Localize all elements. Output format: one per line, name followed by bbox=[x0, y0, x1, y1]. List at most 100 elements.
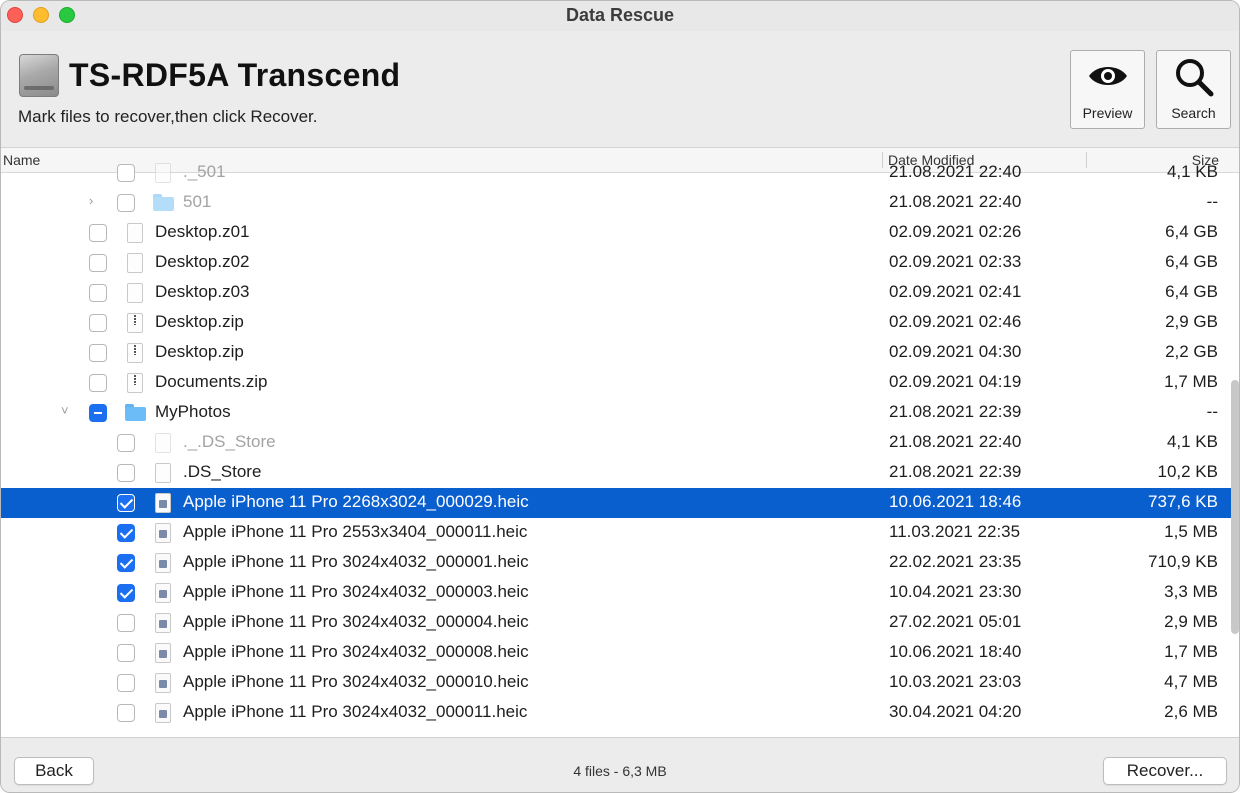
file-row[interactable]: Apple iPhone 11 Pro 3024x4032_000010.hei… bbox=[1, 668, 1239, 698]
file-row[interactable]: Desktop.zip 02.09.2021 04:30 2,2 GB bbox=[1, 338, 1239, 368]
file-name: 501 bbox=[183, 192, 212, 211]
file-date-modified: 21.08.2021 22:40 bbox=[889, 192, 1022, 211]
title-bar: Data Rescue bbox=[1, 1, 1239, 31]
file-name: Desktop.z01 bbox=[155, 222, 250, 241]
file-row[interactable]: Apple iPhone 11 Pro 3024x4032_000011.hei… bbox=[1, 698, 1239, 728]
file-date-modified: 11.03.2021 22:35 bbox=[889, 522, 1021, 541]
recover-checkbox[interactable] bbox=[89, 404, 107, 422]
image-file-icon bbox=[155, 703, 171, 723]
preview-button[interactable]: Preview bbox=[1070, 50, 1145, 129]
file-row[interactable]: Apple iPhone 11 Pro 3024x4032_000004.hei… bbox=[1, 608, 1239, 638]
recover-checkbox[interactable] bbox=[117, 494, 135, 512]
recover-checkbox[interactable] bbox=[117, 644, 135, 662]
file-row[interactable]: Apple iPhone 11 Pro 2268x3024_000029.hei… bbox=[1, 488, 1239, 518]
recover-checkbox[interactable] bbox=[117, 704, 135, 722]
file-name: Desktop.z02 bbox=[155, 252, 250, 271]
recover-checkbox[interactable] bbox=[89, 224, 107, 242]
file-date-modified: 21.08.2021 22:39 bbox=[889, 402, 1022, 421]
file-size: 1,7 MB bbox=[1164, 642, 1218, 661]
recover-checkbox[interactable] bbox=[89, 344, 107, 362]
file-date-modified: 10.03.2021 23:03 bbox=[889, 672, 1022, 691]
file-date-modified: 22.02.2021 23:35 bbox=[889, 552, 1022, 571]
file-rows: ._501 21.08.2021 22:40 4,1 KB › 501 21.08.202… bbox=[1, 158, 1239, 728]
header: TS-RDF5A Transcend Mark files to recover… bbox=[1, 31, 1239, 147]
file-date-modified: 21.08.2021 22:40 bbox=[889, 162, 1022, 181]
document-file-icon bbox=[127, 283, 143, 303]
file-name: Apple iPhone 11 Pro 3024x4032_000004.hei… bbox=[183, 612, 529, 631]
file-date-modified: 02.09.2021 02:33 bbox=[889, 252, 1022, 271]
file-list[interactable]: Name Date Modified Size ._501 21.08.2021 … bbox=[1, 147, 1239, 737]
footer-bar: Back 4 files - 6,3 MB Recover... bbox=[1, 737, 1239, 792]
vertical-scrollbar[interactable] bbox=[1231, 380, 1239, 634]
file-size: 737,6 KB bbox=[1148, 492, 1218, 511]
file-row[interactable]: Apple iPhone 11 Pro 2553x3404_000011.hei… bbox=[1, 518, 1239, 548]
recover-checkbox[interactable] bbox=[117, 164, 135, 182]
file-row[interactable]: ˅ MyPhotos 21.08.2021 22:39 -- bbox=[1, 398, 1239, 428]
document-file-icon bbox=[127, 223, 143, 243]
magnifier-icon bbox=[1175, 59, 1213, 97]
document-file-icon bbox=[155, 463, 171, 483]
file-size: 2,6 MB bbox=[1164, 702, 1218, 721]
file-row[interactable]: ._.DS_Store 21.08.2021 22:40 4,1 KB bbox=[1, 428, 1239, 458]
file-date-modified: 10.06.2021 18:40 bbox=[889, 642, 1022, 661]
file-name: Apple iPhone 11 Pro 3024x4032_000010.hei… bbox=[183, 672, 529, 691]
window-title: Data Rescue bbox=[565, 5, 675, 25]
file-row[interactable]: › 501 21.08.2021 22:40 -- bbox=[1, 188, 1239, 218]
recover-checkbox[interactable] bbox=[89, 254, 107, 272]
hard-drive-icon bbox=[19, 54, 59, 97]
file-date-modified: 10.04.2021 23:30 bbox=[889, 582, 1022, 601]
zip-file-icon bbox=[127, 373, 143, 393]
recover-checkbox[interactable] bbox=[89, 284, 107, 302]
file-row[interactable]: Desktop.z02 02.09.2021 02:33 6,4 GB bbox=[1, 248, 1239, 278]
disclosure-chevron-down-icon[interactable]: ˅ bbox=[61, 404, 71, 417]
zip-file-icon bbox=[127, 313, 143, 333]
file-name: Apple iPhone 11 Pro 3024x4032_000008.hei… bbox=[183, 642, 529, 661]
file-row[interactable]: Apple iPhone 11 Pro 3024x4032_000001.hei… bbox=[1, 548, 1239, 578]
recover-checkbox[interactable] bbox=[117, 524, 135, 542]
image-file-icon bbox=[155, 523, 171, 543]
folder-icon bbox=[153, 194, 174, 211]
file-size: 710,9 KB bbox=[1148, 552, 1218, 571]
file-row[interactable]: Desktop.z03 02.09.2021 02:41 6,4 GB bbox=[1, 278, 1239, 308]
recover-checkbox[interactable] bbox=[89, 374, 107, 392]
recover-checkbox[interactable] bbox=[117, 434, 135, 452]
file-row[interactable]: Desktop.zip 02.09.2021 02:46 2,9 GB bbox=[1, 308, 1239, 338]
recover-checkbox[interactable] bbox=[117, 554, 135, 572]
file-date-modified: 30.04.2021 04:20 bbox=[889, 702, 1022, 721]
recover-checkbox[interactable] bbox=[117, 584, 135, 602]
file-size: 6,4 GB bbox=[1165, 252, 1218, 271]
file-name: Apple iPhone 11 Pro 3024x4032_000011.hei… bbox=[183, 702, 528, 721]
eye-icon bbox=[1088, 67, 1127, 85]
image-file-icon bbox=[155, 583, 171, 603]
image-file-icon bbox=[155, 493, 171, 513]
preview-label: Preview bbox=[1082, 105, 1133, 121]
file-name: Apple iPhone 11 Pro 2268x3024_000029.hei… bbox=[183, 492, 529, 511]
file-name: Desktop.zip bbox=[155, 342, 244, 361]
app-window: Data Rescue TS-RDF5A Transcend Mark file… bbox=[0, 0, 1240, 793]
file-size: 6,4 GB bbox=[1165, 282, 1218, 301]
recover-checkbox[interactable] bbox=[117, 674, 135, 692]
file-row[interactable]: Apple iPhone 11 Pro 3024x4032_000008.hei… bbox=[1, 638, 1239, 668]
file-size: 4,1 KB bbox=[1166, 162, 1218, 181]
file-row[interactable]: Apple iPhone 11 Pro 3024x4032_000003.hei… bbox=[1, 578, 1239, 608]
recover-button[interactable]: Recover... bbox=[1103, 757, 1227, 785]
file-name: Desktop.z03 bbox=[155, 282, 250, 301]
file-date-modified: 02.09.2021 02:26 bbox=[889, 222, 1022, 241]
disclosure-chevron-right-icon[interactable]: › bbox=[89, 194, 99, 207]
file-date-modified: 02.09.2021 02:46 bbox=[889, 312, 1022, 331]
file-name: Apple iPhone 11 Pro 3024x4032_000001.hei… bbox=[183, 552, 529, 571]
recover-checkbox[interactable] bbox=[117, 464, 135, 482]
recover-checkbox[interactable] bbox=[117, 194, 135, 212]
document-file-icon bbox=[155, 433, 171, 453]
file-row[interactable]: Documents.zip 02.09.2021 04:19 1,7 MB bbox=[1, 368, 1239, 398]
file-row[interactable]: Desktop.z01 02.09.2021 02:26 6,4 GB bbox=[1, 218, 1239, 248]
instructions-text: Mark files to recover,then click Recover… bbox=[18, 107, 318, 126]
file-name: .DS_Store bbox=[183, 462, 262, 481]
recover-checkbox[interactable] bbox=[89, 314, 107, 332]
file-size: 1,7 MB bbox=[1164, 372, 1218, 391]
file-row[interactable]: ._501 21.08.2021 22:40 4,1 KB bbox=[1, 158, 1239, 188]
search-button[interactable]: Search bbox=[1156, 50, 1231, 129]
image-file-icon bbox=[155, 643, 171, 663]
file-row[interactable]: .DS_Store 21.08.2021 22:39 10,2 KB bbox=[1, 458, 1239, 488]
recover-checkbox[interactable] bbox=[117, 614, 135, 632]
